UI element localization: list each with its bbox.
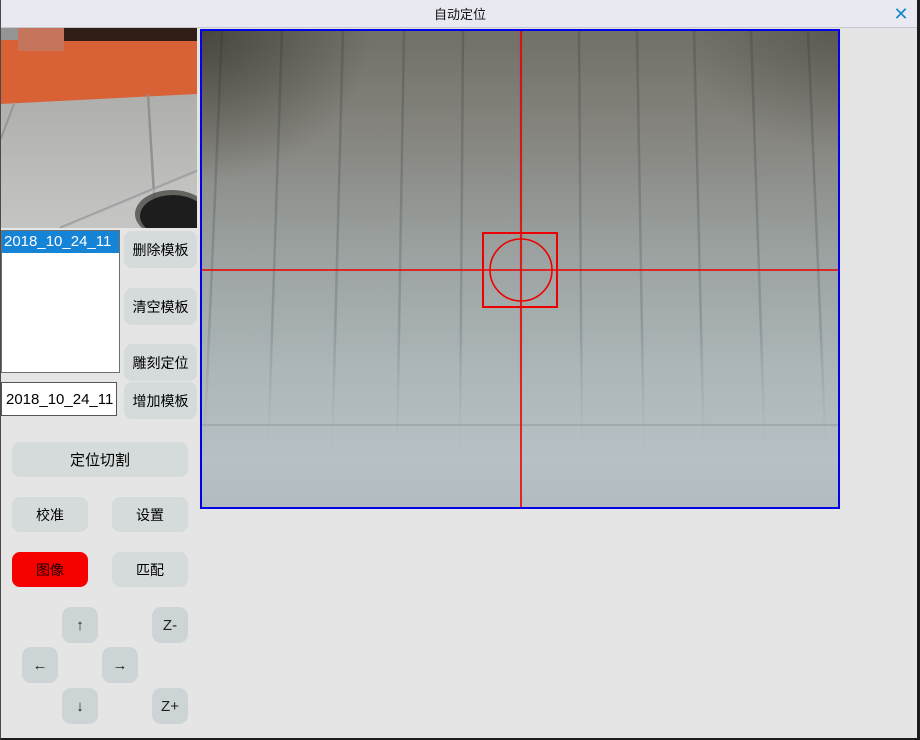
thumbnail-image <box>0 28 197 228</box>
title-bar: 自动定位 ✕ <box>0 0 920 28</box>
match-button[interactable]: 匹配 <box>112 552 188 587</box>
position-cut-button[interactable]: 定位切割 <box>12 442 188 477</box>
engrave-position-button[interactable]: 雕刻定位 <box>124 344 197 381</box>
jog-left-button[interactable]: ← <box>22 647 58 683</box>
jog-up-button[interactable]: ↑ <box>62 607 98 643</box>
template-name-input[interactable] <box>1 382 117 416</box>
jog-down-button[interactable]: ↓ <box>62 688 98 724</box>
add-template-button[interactable]: 增加模板 <box>124 382 197 419</box>
camera-image <box>202 31 838 507</box>
settings-button[interactable]: 设置 <box>112 497 188 532</box>
list-item[interactable]: 2018_10_24_11 <box>2 231 119 253</box>
close-icon[interactable]: ✕ <box>889 2 913 26</box>
camera-view[interactable] <box>200 29 840 509</box>
clear-templates-button[interactable]: 清空模板 <box>124 288 197 325</box>
image-button[interactable]: 图像 <box>12 552 88 587</box>
window-title: 自动定位 <box>434 4 486 23</box>
delete-template-button[interactable]: 删除模板 <box>124 231 197 268</box>
template-list[interactable]: 2018_10_24_11 <box>1 230 120 373</box>
calibrate-button[interactable]: 校准 <box>12 497 88 532</box>
jog-right-button[interactable]: → <box>102 647 138 683</box>
jog-z-minus-button[interactable]: Z- <box>152 607 188 643</box>
template-thumbnail <box>0 28 197 228</box>
jog-z-plus-button[interactable]: Z+ <box>152 688 188 724</box>
